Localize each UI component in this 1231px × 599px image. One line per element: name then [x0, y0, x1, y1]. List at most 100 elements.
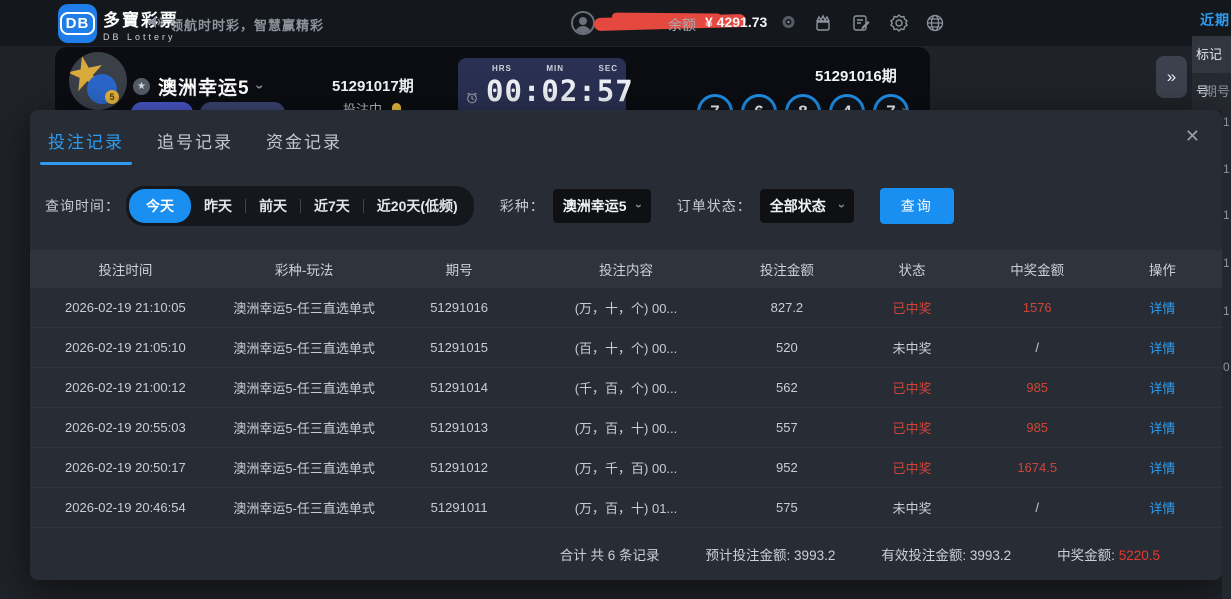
- summary-expected-label: 预计投注金额:: [706, 548, 791, 563]
- cell-content: (万，十，个) 00...: [531, 298, 722, 317]
- col-header-action: 操作: [1103, 259, 1222, 279]
- cell-content: (百，十，个) 00...: [531, 338, 722, 357]
- cell-game: 澳洲幸运5-任三直选单式: [221, 498, 388, 517]
- lottery-logo: ★ 5: [69, 52, 127, 110]
- chevron-down-icon: ›: [632, 204, 646, 208]
- tab-fund-records[interactable]: 资金记录: [266, 128, 342, 153]
- cell-game: 澳洲幸运5-任三直选单式: [221, 378, 388, 397]
- time-filter-label: 查询时间：: [45, 196, 120, 216]
- close-icon[interactable]: ✕: [1185, 126, 1200, 147]
- side-panel-mark-row[interactable]: 标记号: [1192, 36, 1231, 73]
- order-status-value: 全部状态: [770, 196, 826, 216]
- time-option-yesterday[interactable]: 昨天: [191, 189, 245, 223]
- game-select-chevron-icon[interactable]: ›: [252, 84, 268, 89]
- summary-expected-value: 3993.2: [794, 548, 835, 563]
- current-period: 51291017期: [332, 75, 414, 96]
- cell-amount: 557: [721, 420, 852, 435]
- cell-prize: 1576: [972, 300, 1103, 315]
- status-badge: 未中奖: [852, 338, 971, 357]
- language-globe-icon[interactable]: [925, 13, 945, 33]
- time-option-today[interactable]: 今天: [129, 189, 191, 223]
- table-row: 2026-02-19 21:10:05 澳洲幸运5-任三直选单式 5129101…: [30, 288, 1222, 328]
- last-draw-period: 51291016期: [815, 65, 897, 86]
- cell-time: 2026-02-19 21:00:12: [30, 380, 221, 395]
- cell-prize: /: [972, 500, 1103, 515]
- order-status-select[interactable]: 全部状态 ›: [760, 189, 854, 223]
- time-option-20days[interactable]: 近20天(低频): [364, 189, 471, 223]
- panel-collapse-button[interactable]: »: [1156, 56, 1187, 98]
- status-badge: 未中奖: [852, 498, 971, 517]
- summary-row: 合计 共 6 条记录 预计投注金额: 3993.2 有效投注金额: 3993.2…: [30, 544, 1222, 564]
- detail-link[interactable]: 详情: [1103, 378, 1222, 397]
- summary-total: 合计 共 6 条记录: [560, 544, 660, 564]
- col-header-prize: 中奖金额: [972, 259, 1103, 279]
- medal-icon: ★: [133, 78, 150, 95]
- edge-digit: 1: [1223, 162, 1230, 176]
- cell-time: 2026-02-19 20:55:03: [30, 420, 221, 435]
- countdown-min-label: MIN: [546, 64, 564, 73]
- col-header-amount: 投注金额: [721, 259, 852, 279]
- announcement-speaker-icon: [148, 15, 164, 29]
- modal-tabs: 投注记录 追号记录 资金记录: [48, 128, 342, 153]
- time-filter-group: 今天 昨天 前天 近7天 近20天(低频): [126, 186, 474, 226]
- balance-visibility-eye-icon[interactable]: [780, 15, 797, 29]
- filter-row: 查询时间： 今天 昨天 前天 近7天 近20天(低频) 彩种： 澳洲幸运5 › …: [45, 186, 954, 226]
- status-badge: 已中奖: [852, 418, 971, 437]
- alarm-clock-icon: [466, 92, 478, 104]
- detail-link[interactable]: 详情: [1103, 338, 1222, 357]
- countdown-hrs-label: HRS: [492, 64, 512, 73]
- cell-time: 2026-02-19 21:10:05: [30, 300, 221, 315]
- chevron-down-icon: ›: [835, 204, 849, 208]
- side-panel: 标记号 期号: [1192, 36, 1231, 110]
- promotions-icon[interactable]: [813, 13, 833, 33]
- cell-period: 51291014: [388, 380, 531, 395]
- cell-prize: /: [972, 340, 1103, 355]
- edge-digit: 1: [1223, 256, 1230, 270]
- summary-valid-label: 有效投注金额:: [881, 548, 966, 563]
- detail-link[interactable]: 详情: [1103, 418, 1222, 437]
- cell-time: 2026-02-19 21:05:10: [30, 340, 221, 355]
- background-panel-sliver: 1 1 1 1 1 0: [1222, 110, 1231, 599]
- detail-link[interactable]: 详情: [1103, 298, 1222, 317]
- brand-logo[interactable]: DB: [58, 4, 97, 43]
- cell-period: 51291011: [388, 500, 531, 515]
- edge-digit: 1: [1223, 115, 1230, 129]
- cell-amount: 520: [721, 340, 852, 355]
- query-button[interactable]: 查询: [880, 188, 954, 224]
- summary-valid-value: 3993.2: [970, 548, 1011, 563]
- brand-name-cn: 多寶彩票: [103, 6, 179, 31]
- status-badge: 已中奖: [852, 298, 971, 317]
- cell-amount: 952: [721, 460, 852, 475]
- page: DB 多寶彩票 DB Lottery 领航时时彩，智慧赢精彩 余额 ¥ 4291…: [0, 0, 1231, 599]
- tab-bet-records[interactable]: 投注记录: [48, 128, 124, 153]
- records-note-icon[interactable]: [851, 13, 871, 33]
- bet-records-modal: 投注记录 追号记录 资金记录 ✕ 查询时间： 今天 昨天 前天 近7天 近20天…: [30, 110, 1222, 580]
- tab-chase-records[interactable]: 追号记录: [157, 128, 233, 153]
- status-filter-label: 订单状态：: [677, 196, 752, 216]
- cell-amount: 575: [721, 500, 852, 515]
- table-row: 2026-02-19 20:46:54 澳洲幸运5-任三直选单式 5129101…: [30, 488, 1222, 528]
- detail-link[interactable]: 详情: [1103, 458, 1222, 477]
- settings-gear-icon[interactable]: [889, 13, 909, 33]
- summary-prize-value: 5220.5: [1119, 548, 1160, 563]
- recent-draws-tab[interactable]: 近期: [1200, 10, 1230, 30]
- game-title-row[interactable]: ★ 澳洲幸运5 ›: [133, 73, 262, 100]
- cell-game: 澳洲幸运5-任三直选单式: [221, 418, 388, 437]
- cell-amount: 827.2: [721, 300, 852, 315]
- detail-link[interactable]: 详情: [1103, 498, 1222, 517]
- summary-prize: 中奖金额: 5220.5: [1057, 544, 1160, 564]
- lottery-select[interactable]: 澳洲幸运5 ›: [553, 189, 651, 223]
- edge-digit: 0: [1223, 360, 1230, 374]
- user-avatar-icon[interactable]: [571, 11, 595, 35]
- balance-value: ¥ 4291.73: [705, 14, 767, 30]
- status-badge: 已中奖: [852, 458, 971, 477]
- col-header-status: 状态: [852, 259, 971, 279]
- status-badge: 已中奖: [852, 378, 971, 397]
- cell-prize: 1674.5: [972, 460, 1103, 475]
- time-option-day-before[interactable]: 前天: [246, 189, 300, 223]
- time-option-7days[interactable]: 近7天: [301, 189, 363, 223]
- cell-prize: 985: [972, 380, 1103, 395]
- table-row: 2026-02-19 20:50:17 澳洲幸运5-任三直选单式 5129101…: [30, 448, 1222, 488]
- records-table: 投注时间 彩种-玩法 期号 投注内容 投注金额 状态 中奖金额 操作 2026-…: [30, 250, 1222, 528]
- summary-expected: 预计投注金额: 3993.2: [706, 544, 836, 564]
